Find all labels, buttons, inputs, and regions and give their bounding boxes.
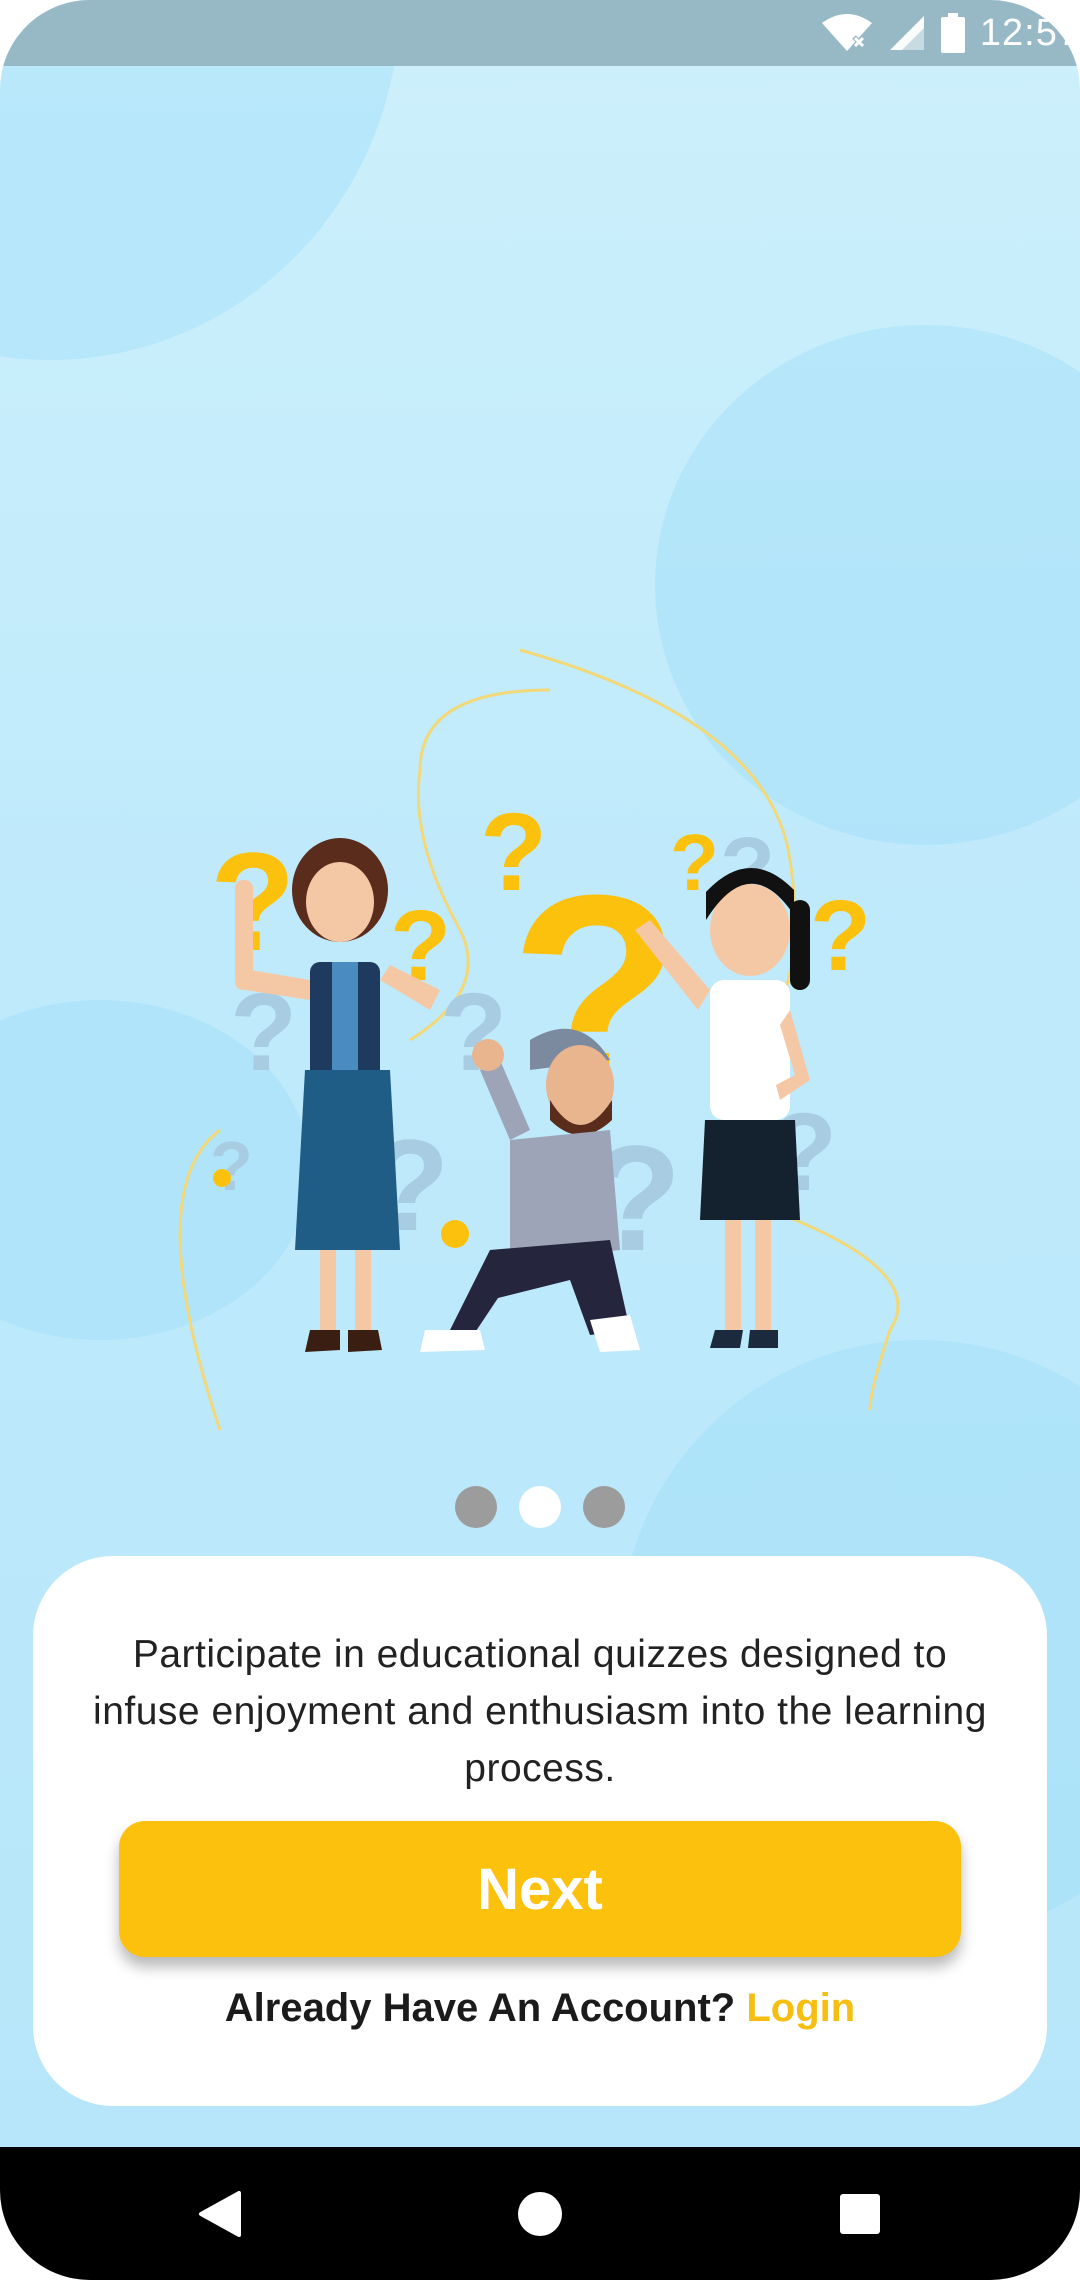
- onboarding-screen: 12:57 ? ? ? ? ? ? ? ? ? ? ? ? ?: [0, 0, 1080, 2280]
- page-dot-3[interactable]: [583, 1486, 625, 1528]
- home-circle-icon: [518, 2191, 562, 2236]
- cellular-signal-icon: [888, 14, 926, 52]
- svg-text:?: ?: [210, 1127, 253, 1205]
- back-button[interactable]: [160, 2147, 280, 2280]
- wifi-off-icon: [820, 13, 874, 53]
- status-icons: 12:57: [820, 0, 1080, 66]
- battery-icon: [940, 13, 966, 53]
- page-indicator: [0, 1486, 1080, 1528]
- next-button[interactable]: Next: [119, 1821, 961, 1957]
- home-button[interactable]: [480, 2147, 600, 2280]
- navigation-bar: [0, 2147, 1080, 2280]
- onboarding-description: Participate in educational quizzes desig…: [93, 1633, 987, 1790]
- onboarding-card: Participate in educational quizzes desig…: [33, 1556, 1047, 2106]
- account-prompt-text: Already Have An Account?: [224, 1986, 736, 2030]
- page-dot-2-active[interactable]: [519, 1486, 561, 1528]
- login-link[interactable]: Login: [746, 1986, 855, 2030]
- login-prompt-row: Already Have An Account? Login: [33, 1986, 1047, 2031]
- back-triangle-icon: [199, 2190, 241, 2237]
- recent-apps-square-icon: [840, 2193, 880, 2234]
- people-with-question-marks-illustration: ? ? ? ? ? ? ? ? ? ? ? ? ?: [150, 630, 940, 1470]
- page-dot-1[interactable]: [455, 1486, 497, 1528]
- recent-apps-button[interactable]: [800, 2147, 920, 2280]
- svg-text:?: ?: [810, 880, 871, 992]
- status-bar: 12:57: [0, 0, 1080, 66]
- status-time: 12:57: [979, 11, 1080, 54]
